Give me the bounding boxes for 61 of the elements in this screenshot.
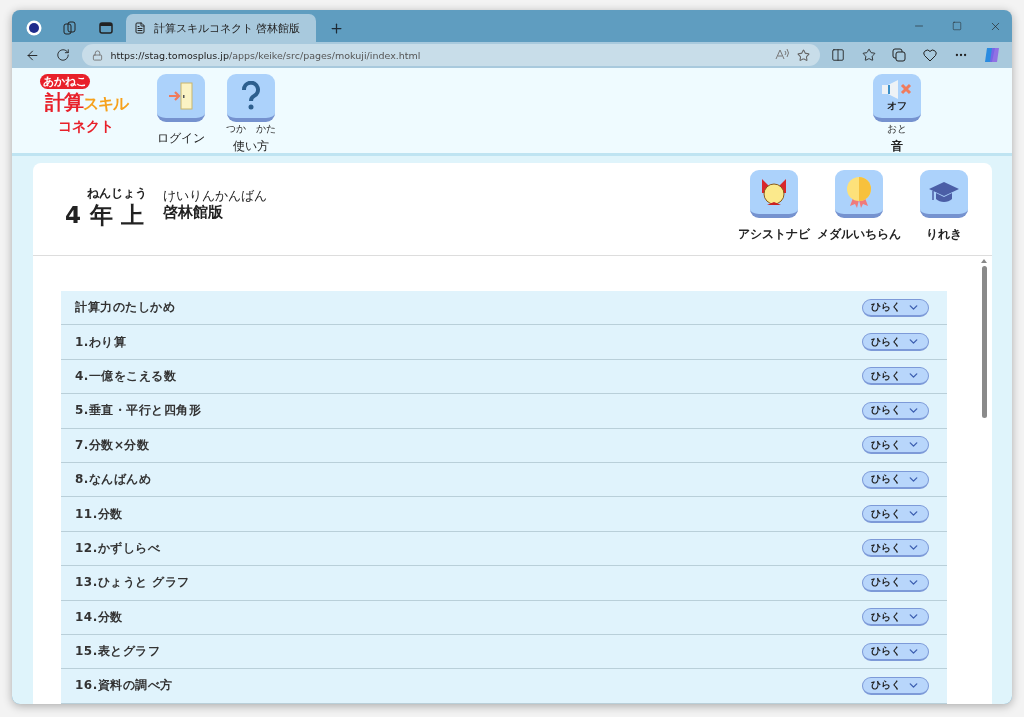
open-button[interactable]: ひらく bbox=[862, 367, 929, 386]
open-button[interactable]: ひらく bbox=[862, 642, 929, 661]
favorite-icon[interactable] bbox=[796, 48, 810, 62]
reading-text: ねんじょう bbox=[87, 185, 147, 202]
logo-text: あかねこ bbox=[40, 74, 90, 89]
open-button[interactable]: ひらく bbox=[862, 608, 929, 627]
tab-title: 計算スキルコネクト 啓林館版 bbox=[154, 20, 301, 36]
unit-title: 8.なんばんめ bbox=[75, 471, 152, 489]
button-label: アシストナビ bbox=[738, 226, 810, 243]
open-button[interactable]: ひらく bbox=[862, 677, 929, 695]
edition-text: 啓林館版 bbox=[163, 203, 223, 222]
sound-button[interactable]: オフ bbox=[873, 74, 921, 122]
logo-text: コネクト bbox=[58, 118, 114, 136]
cat-button[interactable] bbox=[750, 170, 798, 218]
open-button[interactable]: ひらく bbox=[862, 298, 929, 317]
unit-title: 15.表とグラフ bbox=[75, 643, 161, 661]
page-icon bbox=[134, 22, 146, 34]
medal-button[interactable] bbox=[835, 170, 883, 218]
open-button[interactable]: ひらく bbox=[862, 333, 929, 352]
graduation-cap-icon bbox=[928, 179, 960, 205]
login-button[interactable] bbox=[157, 74, 205, 122]
open-button[interactable]: ひらく bbox=[862, 470, 929, 489]
reading-text: つか かた bbox=[226, 123, 276, 134]
button-label: 使い方 bbox=[233, 138, 269, 155]
scroll-up-icon[interactable] bbox=[980, 258, 988, 264]
help-button[interactable] bbox=[227, 74, 275, 122]
unit-title: 11.分数 bbox=[75, 505, 123, 523]
button-label: ログイン bbox=[157, 130, 205, 147]
question-mark-icon bbox=[241, 81, 261, 111]
url-text: https://stag.tomosplus.jp/apps/keike/src/pages/mokuji/index.html bbox=[110, 49, 422, 61]
button-label: 音 bbox=[891, 138, 903, 155]
lock-icon bbox=[91, 49, 103, 61]
unit-title: 16.資料の調べ方 bbox=[75, 677, 173, 695]
unit-title: 14.分数 bbox=[75, 608, 123, 626]
unit-title: 5.垂直・平行と四角形 bbox=[75, 402, 202, 420]
sound-state-label: オフ bbox=[887, 99, 907, 113]
unit-title: 計算力のたしかめ bbox=[75, 299, 175, 317]
button-label: りれき bbox=[926, 226, 962, 243]
address-field[interactable]: https://stag.tomosplus.jp/apps/keike/src/pages/mokuji/index.html bbox=[81, 44, 820, 66]
browser-tab[interactable]: 計算スキルコネクト 啓林館版 bbox=[126, 14, 316, 42]
term-text: 年 上 bbox=[90, 202, 144, 228]
unit-title: 1.わり算 bbox=[75, 333, 127, 351]
scroll-thumb[interactable] bbox=[981, 266, 987, 418]
grade-number: 4 bbox=[65, 202, 81, 228]
logo-text: 計算スキル bbox=[44, 89, 128, 116]
button-label: メダルいちらん bbox=[817, 226, 901, 243]
reading-text: けいりんかんばん bbox=[163, 188, 267, 203]
open-button[interactable]: ひらく bbox=[862, 573, 929, 592]
read-aloud-icon[interactable] bbox=[774, 48, 789, 62]
open-button[interactable]: ひらく bbox=[862, 505, 929, 524]
reading-text: おと bbox=[887, 123, 907, 134]
unit-title: 7.分数×分数 bbox=[75, 436, 150, 454]
door-icon bbox=[168, 81, 194, 111]
open-button[interactable]: ひらく bbox=[862, 401, 929, 420]
muted-speaker-icon bbox=[880, 79, 914, 99]
open-button[interactable]: ひらく bbox=[862, 539, 929, 558]
unit-title: 4.一億をこえる数 bbox=[75, 367, 177, 385]
unit-title: 13.ひょうと グラフ bbox=[75, 574, 190, 592]
cap-button[interactable] bbox=[920, 170, 968, 218]
open-button[interactable]: ひらく bbox=[862, 436, 929, 455]
unit-title: 12.かずしらべ bbox=[75, 539, 161, 557]
